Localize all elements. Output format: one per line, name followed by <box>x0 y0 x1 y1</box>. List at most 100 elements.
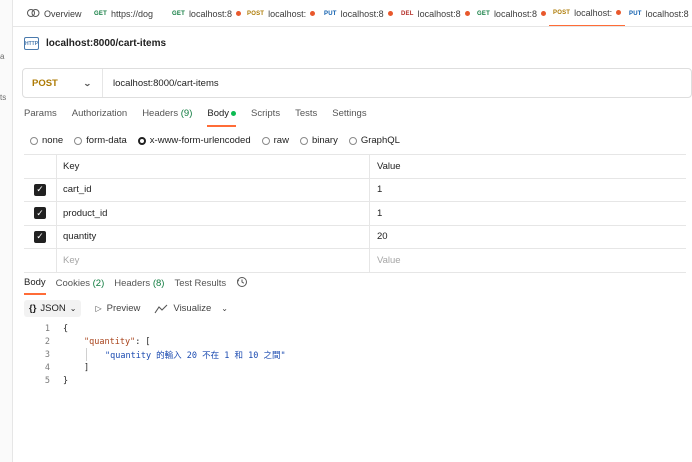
tab-label: localhost:8 <box>645 8 689 19</box>
radio-none[interactable]: none <box>30 135 63 146</box>
request-title[interactable]: localhost:8000/cart-items <box>46 38 166 49</box>
tab-label: localhost:8 <box>340 8 384 19</box>
response-tab-body[interactable]: Body <box>24 277 46 295</box>
request-tab[interactable]: PUT localhost:8 <box>625 0 692 26</box>
tab-label: localhost: <box>574 7 613 18</box>
tab-bar: Overview GET https://dog GET localhost:8… <box>13 0 692 27</box>
radio-circle-selected <box>137 136 146 145</box>
value-cell[interactable]: 1 <box>370 208 382 219</box>
response-toolbar: {} JSON ⌄ ▷ Preview Visualize ⌄ <box>24 300 228 317</box>
code-text: "quantity 的輸入 20 不在 1 和 10 之間" <box>63 349 286 361</box>
tab-label: localhost:8 <box>188 8 232 19</box>
request-tab[interactable]: GET localhost:8 <box>473 0 550 26</box>
line-number: 2 <box>44 336 50 347</box>
format-label: JSON <box>40 303 66 314</box>
key-cell[interactable]: quantity <box>57 225 370 248</box>
chevron-down-icon: ⌄ <box>69 304 77 313</box>
json-string: "quantity 的輸入 20 不在 1 和 10 之間" <box>105 350 286 361</box>
radio-raw[interactable]: raw <box>261 135 289 146</box>
request-tab[interactable]: PUT localhost:8 <box>320 0 397 26</box>
method-badge: PUT <box>629 10 642 17</box>
key-value-table: Key Value ✓ cart_id 1 ✓ product_id 1 ✓ q… <box>24 154 686 273</box>
request-tabs: Params Authorization Headers (9) Body Sc… <box>24 108 382 127</box>
http-icon: HTTP <box>24 37 39 50</box>
code-line: 2 "quantity": [ <box>24 335 286 348</box>
code-line: 1{ <box>24 322 286 335</box>
url-input[interactable]: localhost:8000/cart-items <box>103 78 219 89</box>
key-input-placeholder[interactable]: Key <box>57 249 370 272</box>
method-badge: POST <box>247 10 265 17</box>
tab-tests[interactable]: Tests <box>295 108 317 127</box>
tab-label: Cookies <box>55 278 90 289</box>
method-badge: DEL <box>401 10 414 17</box>
method-select[interactable]: POST ⌄ <box>23 69 103 97</box>
unsaved-dot <box>540 11 546 16</box>
chevron-down-icon: ⌄ <box>83 78 93 88</box>
radio-graphql[interactable]: GraphQL <box>348 135 400 146</box>
tab-scripts[interactable]: Scripts <box>251 108 280 127</box>
tab-authorization[interactable]: Authorization <box>72 108 127 127</box>
row-checkbox[interactable]: ✓ <box>34 183 46 196</box>
key-column-header: Key <box>57 155 370 178</box>
format-select[interactable]: {} JSON ⌄ <box>24 300 82 317</box>
value-cell[interactable]: 20 <box>370 231 388 242</box>
radio-circle <box>299 136 308 145</box>
row-checkbox-cell: ✓ <box>24 178 57 201</box>
unsaved-dot <box>464 11 470 16</box>
table-row: ✓ quantity 20 <box>24 225 686 249</box>
row-checkbox[interactable]: ✓ <box>34 207 46 220</box>
tab-settings[interactable]: Settings <box>332 108 366 127</box>
request-tab[interactable]: GET https://dog <box>90 0 157 26</box>
history-icon[interactable] <box>236 276 248 296</box>
method-badge: GET <box>477 10 490 17</box>
radio-label: raw <box>273 135 289 146</box>
visualize-button[interactable]: Visualize ⌄ <box>154 303 228 314</box>
chevron-down-icon: ⌄ <box>221 304 228 313</box>
json-punct: { <box>63 323 69 334</box>
code-text: } <box>63 376 68 386</box>
count-badge: (8) <box>152 278 165 289</box>
tab-label: Headers <box>142 108 179 119</box>
response-tabs: Body Cookies (2) Headers (8) Test Result… <box>24 276 258 296</box>
overview-icon <box>27 8 40 20</box>
line-number: 4 <box>44 362 50 373</box>
radio-form-data[interactable]: form-data <box>74 135 127 146</box>
response-body[interactable]: 1{2 "quantity": [3 "quantity 的輸入 20 不在 1 和… <box>24 322 286 387</box>
indent-guide <box>86 348 87 361</box>
tab-overview[interactable]: Overview <box>23 0 86 26</box>
play-icon: ▷ <box>95 304 102 313</box>
response-tab-headers[interactable]: Headers (8) <box>114 278 164 294</box>
unsaved-dot <box>387 11 393 16</box>
key-cell[interactable]: cart_id <box>57 178 370 201</box>
radio-urlencoded[interactable]: x-www-form-urlencoded <box>137 135 251 146</box>
response-tab-test-results[interactable]: Test Results <box>174 278 226 294</box>
json-punct: : [ <box>135 336 151 347</box>
row-checkbox[interactable]: ✓ <box>34 230 46 243</box>
response-tab-cookies[interactable]: Cookies (2) <box>56 278 105 294</box>
radio-label: form-data <box>86 135 127 146</box>
value-column-header: Value <box>377 160 401 172</box>
code-line: 3 "quantity 的輸入 20 不在 1 和 10 之間" <box>24 348 286 361</box>
request-tab[interactable]: GET localhost:8 <box>168 0 245 26</box>
row-checkbox-cell: ✓ <box>24 225 57 248</box>
count-badge: (9) <box>180 108 193 119</box>
body-type-selector: none form-data x-www-form-urlencoded raw… <box>30 135 411 146</box>
json-punct: } <box>63 375 69 386</box>
tab-body[interactable]: Body <box>207 108 237 127</box>
radio-binary[interactable]: binary <box>299 135 338 146</box>
table-row: ✓ cart_id 1 <box>24 178 686 202</box>
tab-headers[interactable]: Headers (9) <box>142 108 192 127</box>
key-cell[interactable]: product_id <box>57 202 370 225</box>
request-tab-active[interactable]: POST localhost: <box>549 0 626 26</box>
value-cell[interactable]: 1 <box>370 184 382 195</box>
request-tab[interactable]: DEL localhost:8 <box>397 0 474 26</box>
value-input-placeholder[interactable]: Value <box>370 255 401 266</box>
method-badge: POST <box>553 9 571 16</box>
tab-params[interactable]: Params <box>24 108 57 127</box>
radio-label: binary <box>311 135 338 146</box>
tab-label: Headers <box>114 278 151 289</box>
preview-button[interactable]: ▷ Preview <box>95 303 140 314</box>
unsaved-dot <box>616 10 622 15</box>
request-tab[interactable]: POST localhost: <box>243 0 319 26</box>
body-indicator-dot <box>231 110 237 116</box>
